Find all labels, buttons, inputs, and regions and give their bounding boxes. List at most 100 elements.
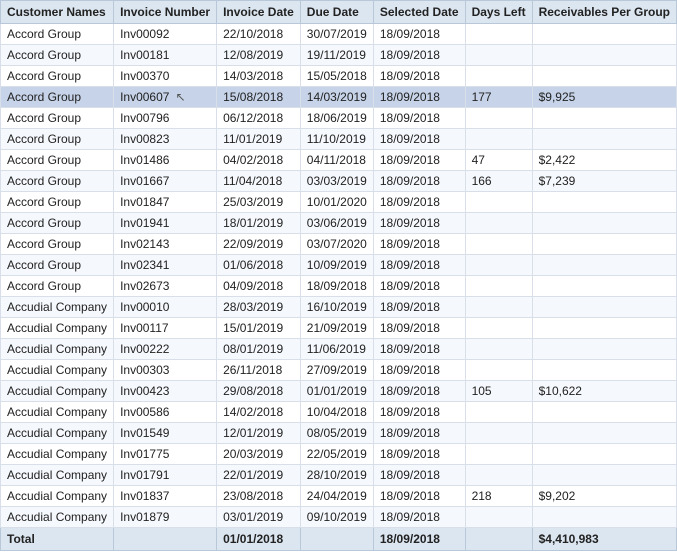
cell-due-date: 03/03/2019 — [300, 171, 373, 192]
cell-days-left — [465, 507, 532, 528]
cell-invoice: Inv02143 — [114, 234, 217, 255]
table-row[interactable]: Accudial CompanyInv0187903/01/201909/10/… — [1, 507, 677, 528]
cell-receivables — [532, 360, 676, 381]
cell-due-date: 22/05/2019 — [300, 444, 373, 465]
table-row[interactable]: Accudial CompanyInv0022208/01/201911/06/… — [1, 339, 677, 360]
cell-customer: Accord Group — [1, 87, 114, 108]
cell-invoice: Inv00423 — [114, 381, 217, 402]
cell-invoice: Inv00586 — [114, 402, 217, 423]
cell-selected-date: 18/09/2018 — [373, 507, 465, 528]
col-header-customer: Customer Names — [1, 1, 114, 24]
cell-receivables: $2,422 — [532, 150, 676, 171]
cell-selected-date: 18/09/2018 — [373, 66, 465, 87]
cell-days-left — [465, 24, 532, 45]
table-row[interactable]: Accord GroupInv0267304/09/201818/09/2018… — [1, 276, 677, 297]
table-row[interactable]: Accord GroupInv00607↖15/08/201814/03/201… — [1, 87, 677, 108]
table-row[interactable]: Accudial CompanyInv0030326/11/201827/09/… — [1, 360, 677, 381]
cell-selected-date: 18/09/2018 — [373, 24, 465, 45]
cell-receivables — [532, 507, 676, 528]
table-row[interactable]: Accudial CompanyInv0177520/03/201922/05/… — [1, 444, 677, 465]
cell-invoice-date: 04/02/2018 — [217, 150, 301, 171]
cell-customer: Accord Group — [1, 213, 114, 234]
cell-invoice: Inv00370 — [114, 66, 217, 87]
cell-days-left — [465, 108, 532, 129]
table-row[interactable]: Accudial CompanyInv0011715/01/201921/09/… — [1, 318, 677, 339]
table-header-row: Customer Names Invoice Number Invoice Da… — [1, 1, 677, 24]
cell-customer: Accudial Company — [1, 381, 114, 402]
cell-selected-date: 18/09/2018 — [373, 171, 465, 192]
cell-selected-date: 18/09/2018 — [373, 276, 465, 297]
cell-invoice-date: 08/01/2019 — [217, 339, 301, 360]
cell-selected-date: 18/09/2018 — [373, 234, 465, 255]
cell-invoice-date: 22/01/2019 — [217, 465, 301, 486]
table-row[interactable]: Accudial CompanyInv0058614/02/201810/04/… — [1, 402, 677, 423]
cell-receivables: $9,202 — [532, 486, 676, 507]
cell-invoice: Inv00303 — [114, 360, 217, 381]
cell-invoice-date: 01/06/2018 — [217, 255, 301, 276]
footer-receivables: $4,410,983 — [532, 528, 676, 551]
cell-selected-date: 18/09/2018 — [373, 465, 465, 486]
cell-due-date: 03/07/2020 — [300, 234, 373, 255]
cell-invoice-date: 15/08/2018 — [217, 87, 301, 108]
cell-invoice: Inv02341 — [114, 255, 217, 276]
cell-days-left — [465, 339, 532, 360]
cell-selected-date: 18/09/2018 — [373, 87, 465, 108]
cell-invoice: Inv01847 — [114, 192, 217, 213]
cell-due-date: 21/09/2019 — [300, 318, 373, 339]
table-row[interactable]: Accudial CompanyInv0154912/01/201908/05/… — [1, 423, 677, 444]
col-header-invoice-number: Invoice Number — [114, 1, 217, 24]
table-row[interactable]: Accord GroupInv0009222/10/201830/07/2019… — [1, 24, 677, 45]
cell-receivables — [532, 234, 676, 255]
cell-due-date: 11/10/2019 — [300, 129, 373, 150]
cell-invoice-date: 23/08/2018 — [217, 486, 301, 507]
cell-due-date: 18/09/2018 — [300, 276, 373, 297]
table-row[interactable]: Accord GroupInv0148604/02/201804/11/2018… — [1, 150, 677, 171]
table-row[interactable]: Accudial CompanyInv0183723/08/201824/04/… — [1, 486, 677, 507]
cell-selected-date: 18/09/2018 — [373, 45, 465, 66]
cell-due-date: 27/09/2019 — [300, 360, 373, 381]
footer-due-date — [300, 528, 373, 551]
footer-days-left — [465, 528, 532, 551]
cell-invoice-date: 14/02/2018 — [217, 402, 301, 423]
footer-invoice-number — [114, 528, 217, 551]
cell-receivables — [532, 276, 676, 297]
footer-label: Total — [1, 528, 114, 551]
cell-customer: Accord Group — [1, 150, 114, 171]
cell-invoice-date: 06/12/2018 — [217, 108, 301, 129]
cell-invoice-date: 11/01/2019 — [217, 129, 301, 150]
cell-invoice-date: 20/03/2019 — [217, 444, 301, 465]
table-row[interactable]: Accord GroupInv0082311/01/201911/10/2019… — [1, 129, 677, 150]
cell-due-date: 11/06/2019 — [300, 339, 373, 360]
table-row[interactable]: Accord GroupInv0184725/03/201910/01/2020… — [1, 192, 677, 213]
table-row[interactable]: Accord GroupInv0166711/04/201803/03/2019… — [1, 171, 677, 192]
cell-due-date: 09/10/2019 — [300, 507, 373, 528]
cell-invoice: Inv00607↖ — [114, 87, 217, 108]
table-row[interactable]: Accord GroupInv0037014/03/201815/05/2018… — [1, 66, 677, 87]
cell-invoice-date: 22/10/2018 — [217, 24, 301, 45]
main-table-container[interactable]: Customer Names Invoice Number Invoice Da… — [0, 0, 677, 560]
cell-invoice: Inv00117 — [114, 318, 217, 339]
table-row[interactable]: Accord GroupInv0214322/09/201903/07/2020… — [1, 234, 677, 255]
cell-invoice-date: 18/01/2019 — [217, 213, 301, 234]
cell-customer: Accord Group — [1, 276, 114, 297]
cell-days-left — [465, 360, 532, 381]
cell-customer: Accord Group — [1, 45, 114, 66]
table-row[interactable]: Accudial CompanyInv0001028/03/201916/10/… — [1, 297, 677, 318]
table-row[interactable]: Accord GroupInv0079606/12/201818/06/2019… — [1, 108, 677, 129]
table-row[interactable]: Accudial CompanyInv0042329/08/201801/01/… — [1, 381, 677, 402]
table-footer-row: Total 01/01/2018 18/09/2018 $4,410,983 — [1, 528, 677, 551]
cell-customer: Accord Group — [1, 171, 114, 192]
cell-selected-date: 18/09/2018 — [373, 297, 465, 318]
table-row[interactable]: Accord GroupInv0234101/06/201810/09/2019… — [1, 255, 677, 276]
cell-invoice-date: 28/03/2019 — [217, 297, 301, 318]
cell-receivables — [532, 444, 676, 465]
cell-days-left: 47 — [465, 150, 532, 171]
cell-invoice: Inv01791 — [114, 465, 217, 486]
cell-customer: Accord Group — [1, 234, 114, 255]
cell-due-date: 10/04/2018 — [300, 402, 373, 423]
cell-days-left — [465, 444, 532, 465]
cell-selected-date: 18/09/2018 — [373, 108, 465, 129]
table-row[interactable]: Accord GroupInv0018112/08/201919/11/2019… — [1, 45, 677, 66]
table-row[interactable]: Accord GroupInv0194118/01/201903/06/2019… — [1, 213, 677, 234]
table-row[interactable]: Accudial CompanyInv0179122/01/201928/10/… — [1, 465, 677, 486]
